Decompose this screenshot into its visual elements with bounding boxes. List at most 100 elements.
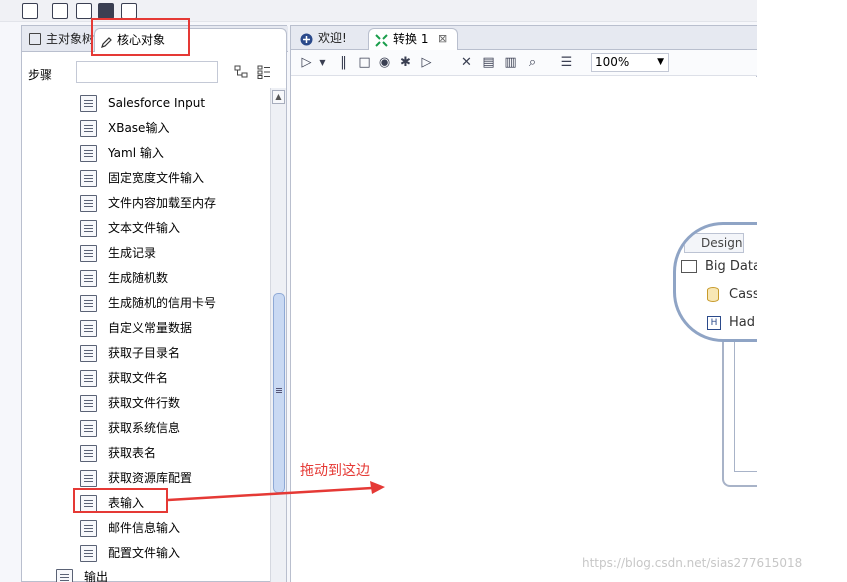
list-item[interactable]: 邮件信息输入 <box>80 517 265 539</box>
table-icon <box>80 320 97 337</box>
expand-all-icon[interactable] <box>257 65 271 79</box>
explore-icon[interactable] <box>76 3 92 19</box>
item-label: 获取子目录名 <box>108 346 181 360</box>
mail-icon <box>80 520 97 537</box>
table-icon <box>80 445 97 462</box>
app-window: 主对象树 核心对象 步骤 Salesforce Input XBase输入 Ya… <box>0 0 757 582</box>
folder-icon <box>681 260 697 273</box>
explore-db-icon[interactable]: ⌕ <box>525 55 540 70</box>
item-label: 生成记录 <box>108 246 157 260</box>
debug-icon[interactable]: ✱ <box>398 55 413 70</box>
database-icon <box>707 287 719 302</box>
list-item[interactable]: 文件内容加载至内存 <box>80 192 265 214</box>
hadoop-icon: H <box>707 316 721 330</box>
save-as-icon[interactable] <box>121 3 137 19</box>
impact-icon[interactable]: ▤ <box>481 55 496 70</box>
step-search-row: 步骤 <box>22 58 288 88</box>
watermark-text: https://blog.csdn.net/sias277615018 <box>582 556 803 570</box>
tab-main-object-tree[interactable]: 主对象树 <box>24 28 94 52</box>
list-item[interactable]: 生成随机数 <box>80 267 265 289</box>
salesforce-icon <box>80 95 97 112</box>
replay-icon[interactable]: ▷ <box>419 55 434 70</box>
tab-label: 主对象树 <box>46 32 94 46</box>
highlight-core-objects-tab <box>91 18 190 56</box>
item-label: 自定义常量数据 <box>108 321 193 335</box>
tab-label: 转换 1 <box>393 32 429 46</box>
file-icon <box>80 220 97 237</box>
run-icon[interactable]: ▷ <box>299 55 314 70</box>
transform-toolbar: ▷ ▼ ‖ □ ◉ ✱ ▷ ✕ ▤ ▥ ⌕ ☰ 100% ▼ <box>291 50 757 76</box>
system-info-icon <box>80 420 97 437</box>
zoom-select[interactable]: 100% ▼ <box>591 53 669 72</box>
scroll-up-button[interactable]: ▲ <box>272 90 285 104</box>
tab-transform-1[interactable]: 转换 1 ⊠ <box>368 28 458 50</box>
records-icon <box>80 245 97 262</box>
list-item[interactable]: 自定义常量数据 <box>80 317 265 339</box>
drag-arrow <box>167 481 385 502</box>
verify-icon[interactable]: ✕ <box>459 55 474 70</box>
list-item[interactable]: XBase输入 <box>80 117 265 139</box>
scroll-thumb[interactable] <box>273 293 285 493</box>
open-file-icon[interactable] <box>52 3 68 19</box>
tab-welcome[interactable]: 欢迎! <box>294 28 366 50</box>
yaml-icon <box>80 145 97 162</box>
item-label: 获取文件名 <box>108 371 169 385</box>
palette-row-label: Cass <box>729 287 757 302</box>
folder-icon <box>56 569 73 582</box>
file-icon <box>80 195 97 212</box>
transform-icon <box>375 33 388 47</box>
list-item[interactable]: 获取文件名 <box>80 367 265 389</box>
list-item[interactable]: 获取系统信息 <box>80 417 265 439</box>
run-options-dropdown-icon[interactable]: ▼ <box>315 55 330 70</box>
list-item[interactable]: 配置文件输入 <box>80 542 265 564</box>
save-icon[interactable] <box>98 3 114 19</box>
repository-icon <box>80 470 97 487</box>
list-scrollbar[interactable]: ▲ <box>270 88 286 582</box>
close-icon[interactable]: ⊠ <box>438 29 447 49</box>
item-label: 输出 <box>84 570 109 582</box>
item-label: 生成随机的信用卡号 <box>108 296 217 310</box>
item-label: XBase输入 <box>108 121 170 135</box>
list-item[interactable]: 获取文件行数 <box>80 392 265 414</box>
grip-icon <box>276 388 282 389</box>
list-item[interactable]: 生成记录 <box>80 242 265 264</box>
highlight-table-input-item <box>73 488 168 513</box>
palette-row-big-data[interactable]: Big Data <box>679 259 757 274</box>
zoom-value: 100% <box>595 55 630 69</box>
preview-icon[interactable]: ◉ <box>377 55 392 70</box>
palette-row-had[interactable]: H Had <box>679 315 755 330</box>
palette-row-label: Big Data <box>705 259 757 274</box>
list-item[interactable]: Salesforce Input <box>80 92 265 114</box>
step-search-input[interactable] <box>76 61 218 83</box>
pause-icon[interactable]: ‖ <box>336 55 351 70</box>
search-label: 步骤 <box>28 68 53 82</box>
item-label: 生成随机数 <box>108 271 169 285</box>
item-label: 获取文件行数 <box>108 396 181 410</box>
tab-label: 欢迎! <box>318 31 347 45</box>
transform-canvas[interactable]: Design Big Data Cass H Had <box>291 77 757 582</box>
item-label: 配置文件输入 <box>108 546 181 560</box>
new-file-icon[interactable] <box>22 3 38 19</box>
list-item[interactable]: 固定宽度文件输入 <box>80 167 265 189</box>
folder-icon <box>80 345 97 362</box>
item-label: 文本文件输入 <box>108 221 181 235</box>
credit-card-icon <box>80 295 97 312</box>
palette-row-label: Had <box>729 315 755 330</box>
design-tab[interactable]: Design <box>684 233 744 253</box>
list-item-output-folder[interactable]: 输出 <box>56 566 241 582</box>
sql-icon[interactable]: ▥ <box>503 55 518 70</box>
random-icon <box>80 270 97 287</box>
list-item[interactable]: 获取表名 <box>80 442 265 464</box>
list-item[interactable]: 生成随机的信用卡号 <box>80 292 265 314</box>
align-icon[interactable]: ☰ <box>559 55 574 70</box>
editor-tab-bar: 欢迎! 转换 1 ⊠ <box>291 26 757 50</box>
list-item[interactable]: 获取子目录名 <box>80 342 265 364</box>
stop-icon[interactable]: □ <box>357 55 372 70</box>
palette-frame-inner <box>734 342 757 472</box>
list-item[interactable]: Yaml 输入 <box>80 142 265 164</box>
config-file-icon <box>80 545 97 562</box>
palette-row-cass[interactable]: Cass <box>679 287 757 302</box>
collapse-all-icon[interactable] <box>234 65 248 79</box>
file-icon <box>80 370 97 387</box>
list-item[interactable]: 文本文件输入 <box>80 217 265 239</box>
